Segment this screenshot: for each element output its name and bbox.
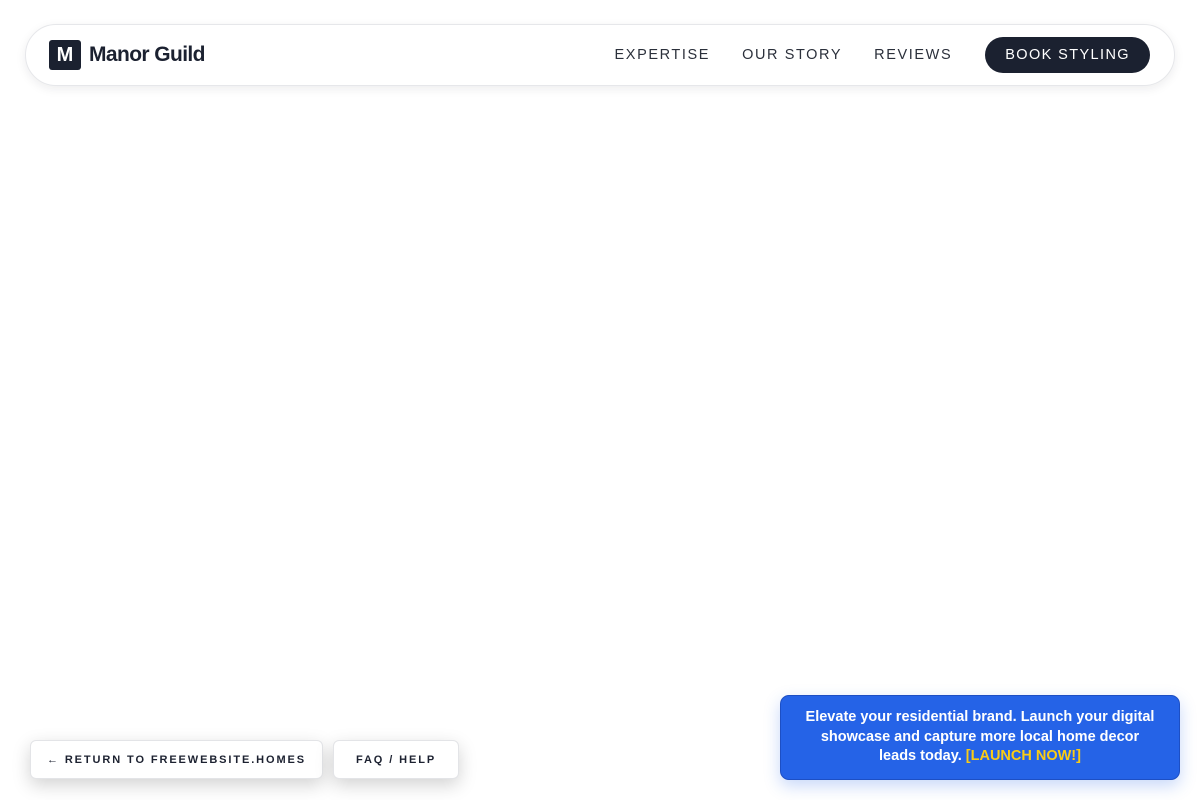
promo-banner: Elevate your residential brand. Launch y… bbox=[780, 695, 1180, 780]
site-header: M Manor Guild EXPERTISE OUR STORY REVIEW… bbox=[25, 24, 1175, 86]
faq-help-button[interactable]: FAQ / HELP bbox=[333, 740, 459, 779]
book-styling-button[interactable]: BOOK STYLING bbox=[985, 37, 1150, 73]
main-nav: EXPERTISE OUR STORY REVIEWS BOOK STYLING bbox=[615, 37, 1150, 73]
nav-link-reviews[interactable]: REVIEWS bbox=[874, 47, 952, 63]
brand-mark-icon: M bbox=[49, 40, 81, 70]
nav-link-our-story[interactable]: OUR STORY bbox=[742, 47, 842, 63]
brand-name: Manor Guild bbox=[89, 43, 206, 66]
nav-link-expertise[interactable]: EXPERTISE bbox=[615, 47, 711, 63]
return-to-site-button[interactable]: ← RETURN TO FREEWEBSITE.HOMES bbox=[30, 740, 323, 779]
launch-now-link[interactable]: [LAUNCH NOW!] bbox=[966, 748, 1081, 764]
brand-logo-link[interactable]: M Manor Guild bbox=[49, 40, 206, 70]
